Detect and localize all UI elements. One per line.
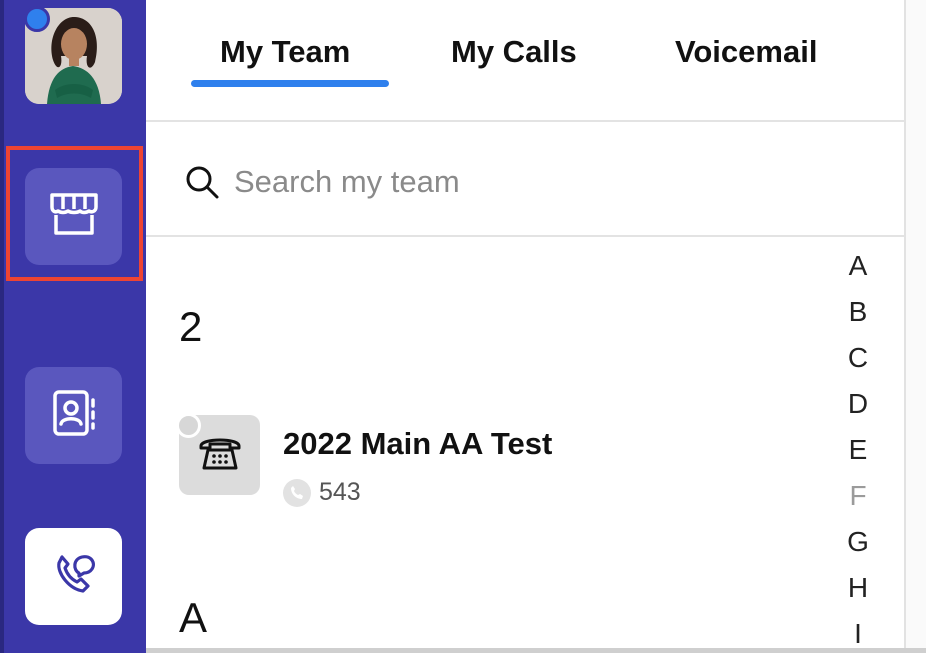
- contact-status-indicator: [176, 413, 201, 438]
- section-heading-2: 2: [179, 303, 203, 350]
- search-icon: [184, 164, 220, 205]
- extension-number: 543: [319, 478, 361, 506]
- alpha-index-g[interactable]: G: [842, 519, 874, 565]
- right-panel-edge: [904, 0, 926, 653]
- tab-voicemail[interactable]: Voicemail: [675, 34, 817, 70]
- alpha-index-f: F: [849, 480, 867, 511]
- phone-icon: [283, 478, 311, 507]
- presence-indicator: [24, 6, 50, 32]
- tab-bar: My Team My Calls Voicemail: [146, 0, 906, 122]
- window-bottom-border: [146, 648, 926, 653]
- tab-my-team[interactable]: My Team: [220, 34, 350, 70]
- alpha-index-h[interactable]: H: [842, 565, 874, 611]
- alpha-index-e[interactable]: E: [842, 427, 874, 473]
- contact-name: 2022 Main AA Test: [283, 426, 553, 461]
- main-panel: My Team My Calls Voicemail 2: [146, 0, 906, 653]
- section-heading-a: A: [179, 594, 208, 641]
- contact-extension: 543: [283, 478, 361, 507]
- tab-my-calls[interactable]: My Calls: [451, 34, 577, 70]
- alpha-index-d[interactable]: D: [842, 381, 874, 427]
- sidebar: [0, 0, 146, 653]
- alpha-index-a[interactable]: A: [842, 243, 874, 289]
- phone-chat-icon: [49, 549, 99, 604]
- nav-calls-button[interactable]: [25, 528, 122, 625]
- alphabet-index: A B C D E F G H I: [842, 243, 874, 657]
- contact-book-icon: [49, 388, 99, 443]
- sidebar-edge: [0, 0, 4, 653]
- selection-highlight: [6, 146, 143, 281]
- active-tab-indicator: [191, 80, 389, 87]
- contact-row[interactable]: 2022 Main AA Test 543: [176, 413, 739, 507]
- nav-contacts-button[interactable]: [25, 367, 122, 464]
- desk-phone-icon: [197, 433, 243, 478]
- alpha-index-c[interactable]: C: [842, 335, 874, 381]
- search-input[interactable]: [234, 162, 794, 202]
- search-bar: [146, 122, 906, 237]
- alpha-index-b[interactable]: B: [842, 289, 874, 335]
